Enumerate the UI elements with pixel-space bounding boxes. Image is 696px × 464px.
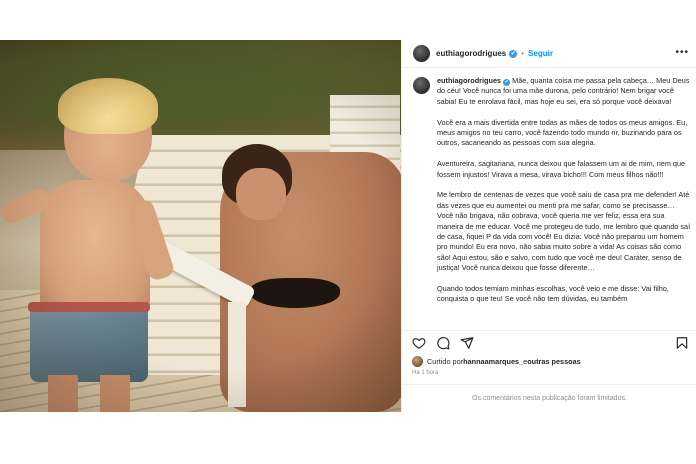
author-username[interactable]: euthiagorodrigues	[436, 49, 506, 58]
verified-badge-icon: ✔	[509, 49, 518, 58]
liker-username[interactable]: hannaamarques_	[463, 357, 523, 366]
bookmark-icon[interactable]	[675, 336, 689, 350]
likes-summary: Curtido por hannaamarques_ e outras pess…	[402, 356, 581, 367]
instagram-post: euthiagorodrigues ✔ • Seguir ••• euthiag…	[0, 40, 696, 412]
caption-paragraph: Me lembro de centenas de vezes que você …	[437, 190, 691, 273]
post-photo[interactable]	[0, 40, 401, 412]
header-separator: •	[521, 49, 525, 58]
caption-paragraph: Você era a mais divertida entre todas as…	[437, 117, 688, 148]
caption-fade	[402, 320, 696, 330]
post-header: euthiagorodrigues ✔ • Seguir •••	[402, 40, 696, 68]
caption-paragraph: Aventureira, sagitariana, nunca deixou q…	[437, 159, 686, 179]
post-actions	[402, 330, 696, 354]
likes-others-link[interactable]: outras pessoas	[527, 357, 581, 366]
caption-verified-badge-icon: ✔	[503, 79, 511, 86]
likes-prefix: Curtido por	[427, 357, 464, 366]
post-side-panel: euthiagorodrigues ✔ • Seguir ••• euthiag…	[401, 40, 696, 412]
author-avatar[interactable]	[413, 45, 430, 62]
caption-username[interactable]: euthiagorodrigues	[437, 76, 501, 85]
more-horizontal-icon[interactable]: •••	[675, 48, 689, 58]
post-caption: euthiagorodrigues ✔ Mãe, quanta coisa me…	[402, 68, 696, 330]
heart-icon[interactable]	[412, 336, 426, 350]
caption-text: euthiagorodrigues ✔ Mãe, quanta coisa me…	[437, 76, 691, 315]
photo-vignette	[0, 40, 401, 412]
liker-avatar[interactable]	[412, 356, 423, 367]
comment-icon[interactable]	[436, 336, 450, 350]
comments-limited-notice: Os comentários nesta publicação foram li…	[402, 384, 696, 412]
caption-paragraph: Quando todos temiam minhas escolhas, voc…	[437, 284, 669, 304]
caption-author-avatar[interactable]	[413, 77, 430, 94]
follow-button[interactable]: Seguir	[528, 49, 553, 58]
share-icon[interactable]	[460, 336, 474, 350]
post-timestamp[interactable]: Há 1 hora	[412, 370, 438, 376]
